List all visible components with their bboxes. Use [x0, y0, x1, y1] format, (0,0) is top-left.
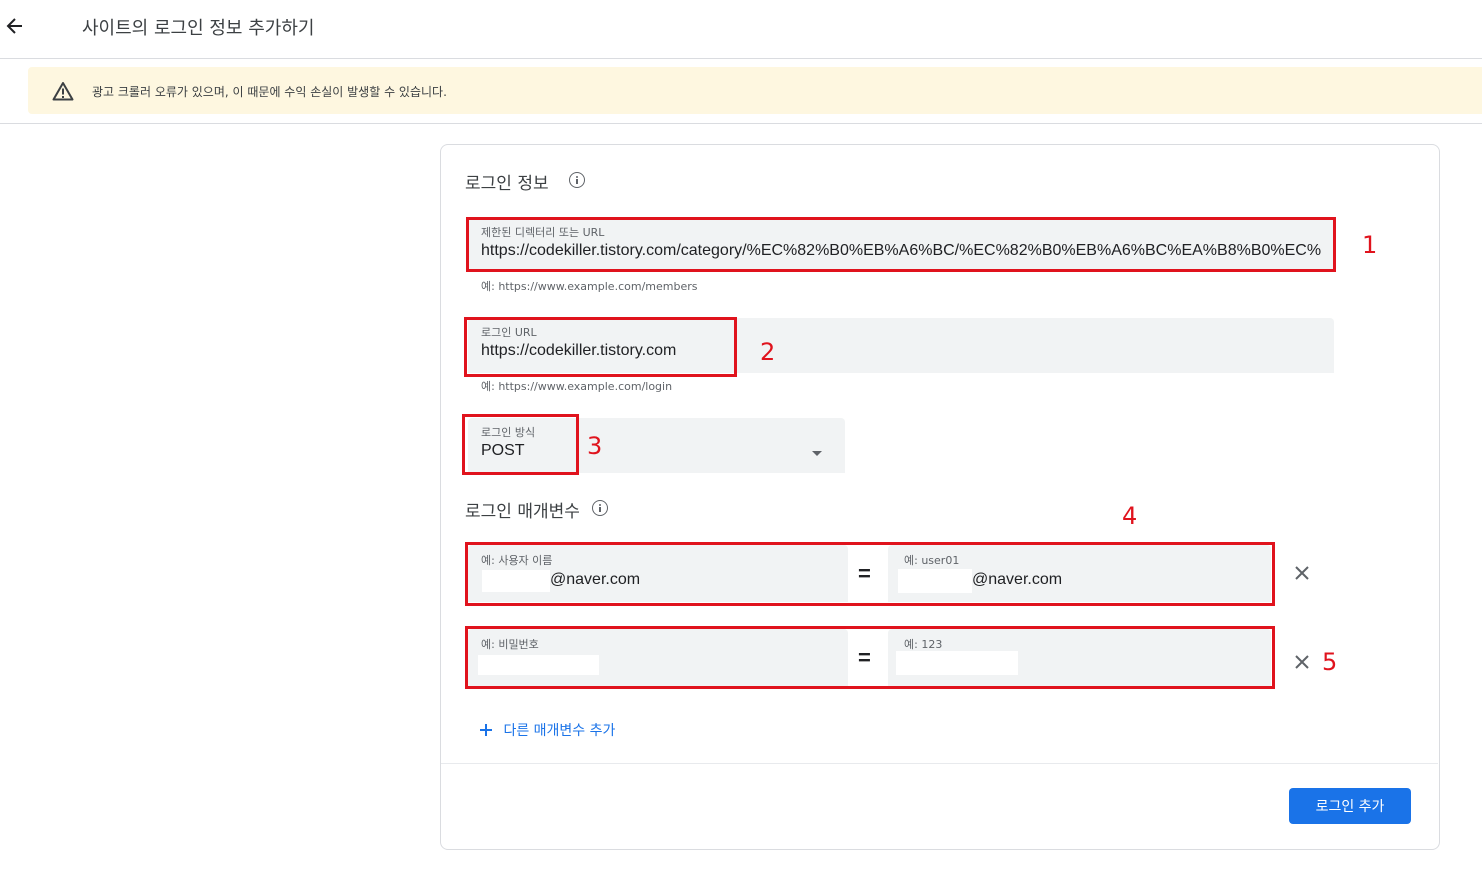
redaction-mask: [898, 569, 972, 593]
equals-sign: =: [858, 561, 871, 586]
arrow-left-icon[interactable]: [4, 14, 26, 38]
login-info-title: 로그인 정보: [465, 174, 549, 194]
login-params-title: 로그인 매개변수: [465, 502, 580, 522]
warning-icon: [52, 81, 74, 106]
close-icon[interactable]: [1294, 561, 1310, 587]
param-value-label: 예: user01: [904, 554, 960, 567]
redaction-mask: [896, 651, 1018, 675]
param-value-value: @naver.com: [972, 571, 1063, 588]
annotation-number-3: 3: [587, 432, 603, 460]
login-method-value: POST: [481, 442, 525, 459]
param-value-field[interactable]: 예: 123: [888, 629, 1271, 686]
close-icon[interactable]: [1294, 650, 1310, 676]
card-divider: [441, 763, 1438, 764]
annotation-number-4: 4: [1122, 502, 1138, 530]
redaction-mask: [478, 655, 599, 675]
restricted-url-field[interactable]: 제한된 디렉터리 또는 URL https://codekiller.tisto…: [468, 218, 1334, 270]
add-login-button[interactable]: 로그인 추가: [1289, 788, 1411, 824]
redaction-mask: [482, 570, 550, 592]
login-url-label: 로그인 URL: [481, 326, 537, 339]
annotation-number-5: 5: [1322, 648, 1338, 676]
restricted-url-value: https://codekiller.tistory.com/category/…: [481, 242, 1321, 259]
plus-icon: [479, 723, 497, 739]
info-icon[interactable]: [592, 500, 608, 516]
dropdown-arrow-icon: [811, 444, 823, 462]
info-icon[interactable]: [569, 172, 585, 188]
restricted-url-helper: 예: https://www.example.com/members: [481, 280, 698, 293]
page-title: 사이트의 로그인 정보 추가하기: [82, 18, 315, 39]
param-key-field[interactable]: 예: 비밀번호: [468, 629, 848, 686]
param-key-field[interactable]: 예: 사용자 이름 @naver.com: [468, 545, 848, 602]
restricted-url-label: 제한된 디렉터리 또는 URL: [481, 226, 605, 239]
param-value-field[interactable]: 예: user01 @naver.com: [888, 545, 1271, 602]
param-value-label: 예: 123: [904, 638, 943, 651]
login-url-value: https://codekiller.tistory.com: [481, 342, 677, 359]
param-key-label: 예: 사용자 이름: [481, 554, 553, 567]
add-param-button[interactable]: 다른 매개변수 추가: [479, 720, 615, 740]
warning-text: 광고 크롤러 오류가 있으며, 이 때문에 수익 손실이 발생할 수 있습니다.: [92, 85, 447, 99]
login-url-helper: 예: https://www.example.com/login: [481, 380, 673, 393]
login-method-select[interactable]: 로그인 방식 POST: [468, 418, 845, 473]
warning-banner: 광고 크롤러 오류가 있으며, 이 때문에 수익 손실이 발생할 수 있습니다.: [28, 67, 1482, 114]
param-key-label: 예: 비밀번호: [481, 638, 539, 651]
annotation-number-2: 2: [760, 338, 776, 366]
header-divider: [0, 58, 1482, 59]
add-param-label: 다른 매개변수 추가: [503, 723, 616, 739]
banner-divider: [0, 123, 1482, 124]
param-key-value: @naver.com: [550, 571, 641, 588]
annotation-number-1: 1: [1362, 231, 1378, 259]
login-url-field[interactable]: 로그인 URL https://codekiller.tistory.com: [468, 318, 1334, 373]
equals-sign: =: [858, 645, 871, 670]
login-method-label: 로그인 방식: [481, 426, 536, 439]
